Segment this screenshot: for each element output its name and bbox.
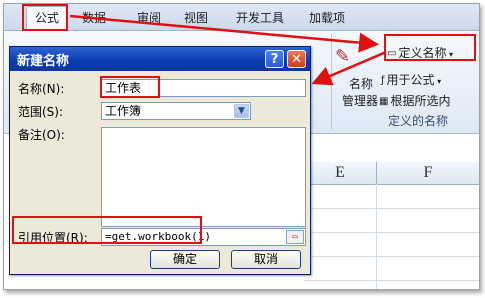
annotation-arrows — [69, 14, 387, 86]
arrow-formulas-to-define-name — [69, 14, 379, 53]
arrow-define-name-to-dialog — [311, 50, 387, 86]
excel-window: 公式 数据 审阅 视图 开发工具 加载项 ▭定义名称 ▾ ✎ 名称 管理器 ƒ用… — [3, 3, 480, 290]
